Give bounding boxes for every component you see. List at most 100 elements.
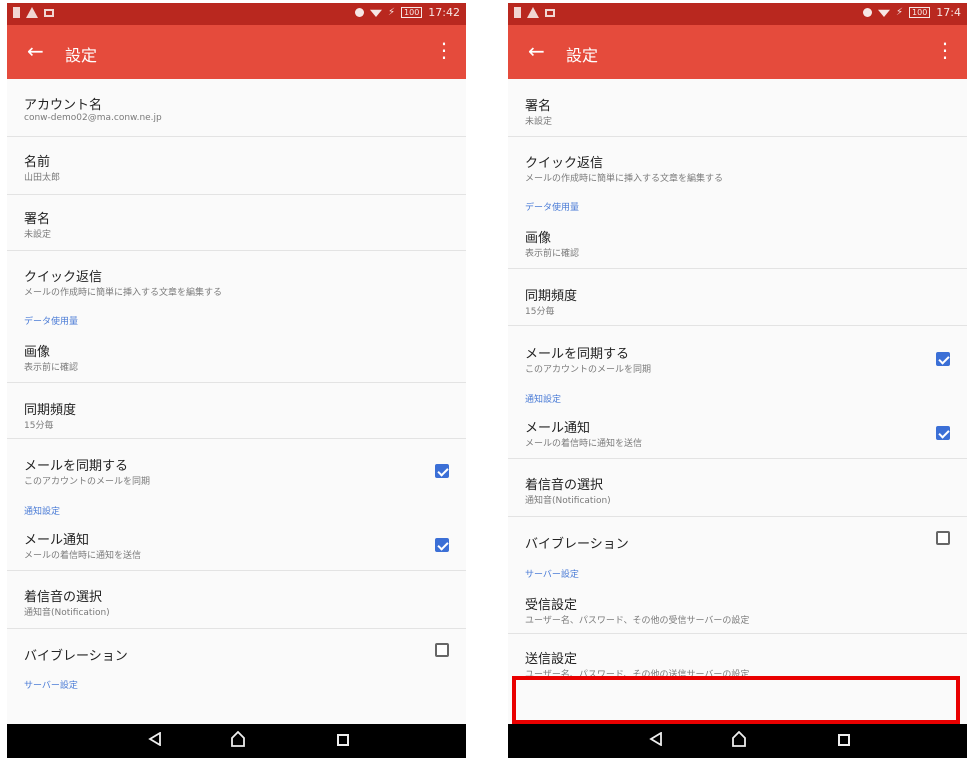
phone-screen-right: ⚡ 100 17:4 ← 設定 ⋮ 署名 未設定 クイック返信 メールの作成時に… bbox=[508, 3, 967, 758]
status-bar: ⚡ 100 17:4 bbox=[508, 3, 967, 25]
setting-vibration[interactable]: バイブレーション bbox=[7, 629, 466, 675]
screen-icon bbox=[44, 8, 54, 17]
nav-home-icon[interactable] bbox=[732, 731, 746, 747]
setting-subtitle: ユーザー名、パスワード、その他の受信サーバーの設定 bbox=[525, 616, 750, 626]
setting-images[interactable]: 画像 表示前に確認 bbox=[508, 219, 967, 269]
battery-icon: 100 bbox=[909, 7, 931, 18]
setting-mail-notification[interactable]: メール通知 メールの着信時に通知を送信 bbox=[508, 409, 967, 459]
setting-account-name[interactable]: アカウント名 conw-demo02@ma.conw.ne.jp bbox=[7, 79, 466, 137]
location-icon bbox=[862, 8, 872, 17]
setting-subtitle: 15分毎 bbox=[24, 421, 54, 431]
setting-title: 名前 bbox=[24, 155, 51, 170]
sim-icon bbox=[13, 7, 20, 18]
section-header-notification: 通知設定 bbox=[508, 389, 967, 409]
sync-mail-checkbox[interactable] bbox=[435, 464, 449, 478]
more-vert-icon[interactable]: ⋮ bbox=[434, 40, 454, 60]
battery-icon: 100 bbox=[401, 7, 423, 18]
setting-name[interactable]: 名前 山田太郎 bbox=[7, 137, 466, 195]
setting-subtitle: メールの着信時に通知を送信 bbox=[24, 551, 142, 561]
phone-screen-left: ⚡ 100 17:42 ← 設定 ⋮ アカウント名 conw-demo02@ma… bbox=[7, 3, 466, 758]
nav-back-icon[interactable] bbox=[148, 732, 162, 746]
setting-sync-frequency[interactable]: 同期頻度 15分毎 bbox=[508, 269, 967, 326]
status-time: 17:42 bbox=[428, 6, 460, 19]
setting-title: アカウント名 bbox=[24, 98, 103, 113]
status-bar: ⚡ 100 17:42 bbox=[7, 3, 466, 25]
setting-title: 画像 bbox=[24, 345, 51, 360]
more-vert-icon[interactable]: ⋮ bbox=[935, 40, 955, 60]
section-header-data-usage: データ使用量 bbox=[508, 197, 967, 219]
setting-title: バイブレーション bbox=[24, 649, 128, 664]
setting-subtitle: 未設定 bbox=[24, 230, 52, 240]
setting-title: クイック返信 bbox=[24, 270, 103, 285]
section-header-data-usage: データ使用量 bbox=[7, 311, 466, 333]
toolbar-title: 設定 bbox=[566, 46, 599, 65]
screen-icon bbox=[545, 8, 555, 17]
status-time: 17:4 bbox=[936, 6, 961, 19]
toolbar-title: 設定 bbox=[65, 46, 98, 65]
setting-title: メール通知 bbox=[24, 533, 90, 548]
setting-subtitle: メールの作成時に簡単に挿入する文章を編集する bbox=[24, 288, 223, 298]
status-icons-right: ⚡ 100 17:42 bbox=[354, 6, 460, 19]
section-label: サーバー設定 bbox=[24, 681, 78, 691]
setting-incoming-server[interactable]: 受信設定 ユーザー名、パスワード、その他の受信サーバーの設定 bbox=[508, 586, 967, 634]
setting-subtitle: 表示前に確認 bbox=[525, 249, 580, 259]
setting-subtitle: このアカウントのメールを同期 bbox=[525, 365, 652, 375]
back-arrow-icon[interactable]: ← bbox=[528, 39, 545, 63]
back-arrow-icon[interactable]: ← bbox=[27, 39, 44, 63]
setting-title: 受信設定 bbox=[525, 598, 578, 613]
vibration-checkbox[interactable] bbox=[435, 643, 449, 657]
charging-icon: ⚡ bbox=[895, 7, 904, 18]
setting-subtitle: 通知音(Notification) bbox=[24, 608, 110, 618]
setting-signature[interactable]: 署名 未設定 bbox=[508, 79, 967, 137]
setting-title: メールを同期する bbox=[525, 347, 630, 362]
setting-subtitle: このアカウントのメールを同期 bbox=[24, 477, 151, 487]
settings-list: アカウント名 conw-demo02@ma.conw.ne.jp 名前 山田太郎… bbox=[7, 79, 466, 695]
highlight-outgoing-settings bbox=[512, 676, 960, 724]
setting-title: 署名 bbox=[24, 212, 51, 227]
setting-ringtone[interactable]: 着信音の選択 通知音(Notification) bbox=[7, 571, 466, 629]
section-label: 通知設定 bbox=[525, 395, 562, 405]
setting-subtitle: 15分毎 bbox=[525, 307, 555, 317]
setting-subtitle: 通知音(Notification) bbox=[525, 496, 611, 506]
nav-recent-icon[interactable] bbox=[838, 734, 850, 746]
setting-vibration[interactable]: バイブレーション bbox=[508, 517, 967, 564]
setting-title: メール通知 bbox=[525, 421, 591, 436]
setting-sync-frequency[interactable]: 同期頻度 15分毎 bbox=[7, 383, 466, 439]
setting-images[interactable]: 画像 表示前に確認 bbox=[7, 333, 466, 383]
navigation-bar bbox=[508, 724, 967, 758]
section-header-server: サーバー設定 bbox=[7, 675, 466, 695]
nav-home-icon[interactable] bbox=[231, 731, 245, 747]
setting-subtitle: 表示前に確認 bbox=[24, 363, 79, 373]
mail-notification-checkbox[interactable] bbox=[435, 538, 449, 552]
section-label: データ使用量 bbox=[525, 203, 580, 213]
sync-mail-checkbox[interactable] bbox=[936, 352, 950, 366]
warning-icon bbox=[527, 7, 539, 18]
section-header-server: サーバー設定 bbox=[508, 564, 967, 586]
section-label: データ使用量 bbox=[24, 317, 79, 327]
setting-title: クイック返信 bbox=[525, 156, 604, 171]
section-label: 通知設定 bbox=[24, 507, 61, 517]
setting-title: 着信音の選択 bbox=[525, 478, 604, 493]
setting-ringtone[interactable]: 着信音の選択 通知音(Notification) bbox=[508, 459, 967, 517]
setting-subtitle: メールの作成時に簡単に挿入する文章を編集する bbox=[525, 174, 724, 184]
setting-subtitle: メールの着信時に通知を送信 bbox=[525, 439, 643, 449]
setting-title: バイブレーション bbox=[525, 537, 629, 552]
wifi-icon bbox=[369, 9, 382, 17]
status-icons-left bbox=[13, 7, 54, 18]
setting-sync-mail[interactable]: メールを同期する このアカウントのメールを同期 bbox=[508, 326, 967, 389]
location-icon bbox=[354, 8, 364, 17]
setting-title: 同期頻度 bbox=[525, 289, 578, 304]
setting-title: 着信音の選択 bbox=[24, 590, 103, 605]
setting-quick-reply[interactable]: クイック返信 メールの作成時に簡単に挿入する文章を編集する bbox=[508, 137, 967, 197]
setting-signature[interactable]: 署名 未設定 bbox=[7, 195, 466, 251]
mail-notification-checkbox[interactable] bbox=[936, 426, 950, 440]
setting-quick-reply[interactable]: クイック返信 メールの作成時に簡単に挿入する文章を編集する bbox=[7, 251, 466, 311]
setting-mail-notification[interactable]: メール通知 メールの着信時に通知を送信 bbox=[7, 521, 466, 571]
setting-title: 送信設定 bbox=[525, 652, 578, 667]
setting-sync-mail[interactable]: メールを同期する このアカウントのメールを同期 bbox=[7, 439, 466, 501]
nav-back-icon[interactable] bbox=[649, 732, 663, 746]
vibration-checkbox[interactable] bbox=[936, 531, 950, 545]
section-header-notification: 通知設定 bbox=[7, 501, 466, 521]
nav-recent-icon[interactable] bbox=[337, 734, 349, 746]
warning-icon bbox=[26, 7, 38, 18]
